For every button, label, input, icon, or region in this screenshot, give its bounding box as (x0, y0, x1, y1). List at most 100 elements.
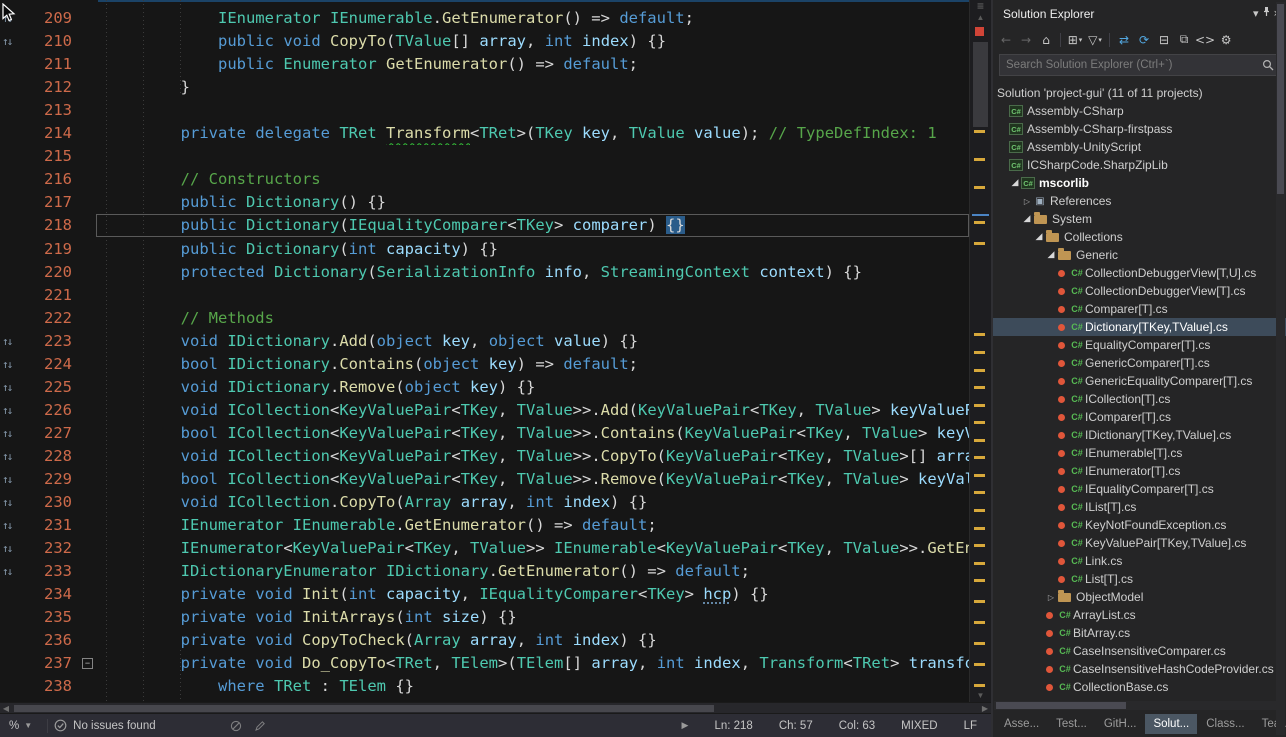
scroll-left-icon[interactable]: ◀ (0, 703, 12, 714)
code-line[interactable]: 218 public Dictionary(IEqualityComparer<… (0, 214, 991, 237)
implementation-arrows-icon[interactable]: ↑↓ (2, 491, 11, 514)
back-icon[interactable]: ← (997, 31, 1015, 49)
code-line[interactable]: ↑↓230 void ICollection.CopyTo(Array arra… (0, 491, 991, 514)
implementation-arrows-icon[interactable]: ↑↓ (2, 30, 11, 53)
tree-item[interactable]: C#CollectionBase.cs (993, 678, 1286, 696)
line-number[interactable]: 211 (18, 53, 72, 76)
tree-item[interactable]: C#IDictionary[TKey,TValue].cs (993, 426, 1286, 444)
code-line[interactable]: 221 (0, 284, 991, 307)
line-number[interactable]: 220 (18, 261, 72, 284)
code-line[interactable]: 212 } (0, 76, 991, 99)
code-line[interactable]: ↑↓233 IDictionaryEnumerator IDictionary.… (0, 560, 991, 583)
tree-item[interactable]: C#IEnumerable[T].cs (993, 444, 1286, 462)
tree-item[interactable]: Solution 'project-gui' (11 of 11 project… (993, 84, 1286, 102)
tree-item[interactable]: C#CaseInsensitiveComparer.cs (993, 642, 1286, 660)
expand-arrow-icon[interactable]: ◢ (1033, 232, 1045, 242)
code-line[interactable]: ↑↓231 IEnumerator IEnumerable.GetEnumera… (0, 514, 991, 537)
scroll-right-icon[interactable]: ▶ (979, 703, 991, 714)
expand-arrow-icon[interactable]: ◢ (1009, 178, 1021, 188)
split-grip-icon[interactable]: ≡ (970, 0, 991, 12)
search-icon[interactable] (1262, 59, 1274, 71)
tree-item[interactable]: C#ICSharpCode.SharpZipLib (993, 156, 1286, 174)
tool-window-tab[interactable]: Test... (1048, 714, 1095, 734)
home-icon[interactable]: ⌂ (1037, 31, 1055, 49)
tree-item[interactable]: C#Assembly-UnityScript (993, 138, 1286, 156)
tree-item[interactable]: C#ArrayList.cs (993, 606, 1286, 624)
tree-item[interactable]: C#GenericComparer[T].cs (993, 354, 1286, 372)
tree-item[interactable]: C#ICollection[T].cs (993, 390, 1286, 408)
tree-item[interactable]: C#CollectionDebuggerView[T,U].cs (993, 264, 1286, 282)
tree-item[interactable]: C#CollectionDebuggerView[T].cs (993, 282, 1286, 300)
implementation-arrows-icon[interactable]: ↑↓ (2, 353, 11, 376)
tree-item[interactable]: C#CaseInsensitiveHashCodeProvider.cs (993, 660, 1286, 678)
no-notifications-icon[interactable] (230, 720, 242, 732)
code-line[interactable]: 219 public Dictionary(int capacity) {} (0, 238, 991, 261)
code-line[interactable]: 216 // Constructors (0, 168, 991, 191)
code-line[interactable]: ↑↓224 bool IDictionary.Contains(object k… (0, 353, 991, 376)
line-number[interactable]: 219 (18, 238, 72, 261)
forward-icon[interactable]: → (1017, 31, 1035, 49)
line-number[interactable]: 235 (18, 606, 72, 629)
line-number[interactable]: 210 (18, 30, 72, 53)
implementation-arrows-icon[interactable]: ↑↓ (2, 376, 11, 399)
line-number[interactable]: 233 (18, 560, 72, 583)
tree-item[interactable]: ◢Collections (993, 228, 1286, 246)
line-number[interactable]: 227 (18, 422, 72, 445)
tree-item[interactable]: C#Link.cs (993, 552, 1286, 570)
scroll-down-icon[interactable]: ▼ (970, 691, 991, 700)
implementation-arrows-icon[interactable]: ↑↓ (2, 514, 11, 537)
code-line[interactable]: 234 private void Init(int capacity, IEqu… (0, 583, 991, 606)
tool-window-tab[interactable]: GitH... (1096, 714, 1145, 734)
implementation-arrows-icon[interactable]: ↑↓ (2, 330, 11, 353)
line-number[interactable]: 237 (18, 652, 72, 675)
sync-with-active-document-icon[interactable]: ⇄ (1115, 31, 1133, 49)
code-line[interactable]: ↑↓229 bool ICollection<KeyValuePair<TKey… (0, 468, 991, 491)
line-number[interactable]: 232 (18, 537, 72, 560)
line-number[interactable]: 222 (18, 307, 72, 330)
line-number[interactable]: 215 (18, 145, 72, 168)
tree-item[interactable]: ◢Generic (993, 246, 1286, 264)
code-line[interactable]: 238 where TRet : TElem {} (0, 675, 991, 698)
implementation-arrows-icon[interactable]: ↑↓ (2, 422, 11, 445)
tree-item[interactable]: C#Assembly-CSharp (993, 102, 1286, 120)
properties-icon[interactable]: ⚙ (1217, 31, 1235, 49)
scrollbar-thumb[interactable] (14, 705, 714, 712)
tree-item[interactable]: C#Dictionary[TKey,TValue].cs (993, 318, 1286, 336)
horizontal-scrollbar[interactable]: ◀ ▶ (0, 702, 991, 713)
implementation-arrows-icon[interactable]: ↑↓ (2, 399, 11, 422)
scrollbar-thumb[interactable] (973, 42, 988, 127)
line-number[interactable]: 234 (18, 583, 72, 606)
code-line[interactable]: 236 private void CopyToCheck(Array array… (0, 629, 991, 652)
tree-item[interactable]: C#IComparer[T].cs (993, 408, 1286, 426)
refresh-icon[interactable]: ⟳ (1135, 31, 1153, 49)
tree-item[interactable]: C#IList[T].cs (993, 498, 1286, 516)
tree-item[interactable]: C#Assembly-CSharp-firstpass (993, 120, 1286, 138)
line-number[interactable]: 228 (18, 445, 72, 468)
code-line[interactable]: ↑↓225 void IDictionary.Remove(object key… (0, 376, 991, 399)
expand-arrow-icon[interactable]: ◢ (1021, 214, 1033, 224)
line-number[interactable]: 221 (18, 284, 72, 307)
code-line[interactable]: 214 private delegate TRet Transform<TRet… (0, 122, 991, 145)
code-line[interactable]: ↑↓210 public void CopyTo(TValue[] array,… (0, 30, 991, 53)
line-number[interactable]: 225 (18, 376, 72, 399)
line-number[interactable]: 217 (18, 191, 72, 214)
tree-item[interactable]: C#GenericEqualityComparer[T].cs (993, 372, 1286, 390)
code-line[interactable]: 211 public Enumerator GetEnumerator() =>… (0, 53, 991, 76)
zoom-control[interactable]: % ▼ (0, 720, 41, 732)
document-health-indicator[interactable]: No issues found (54, 719, 155, 732)
line-number[interactable]: 209 (18, 7, 72, 30)
expand-arrow-icon[interactable]: ▷ (1021, 197, 1033, 206)
collapse-all-icon[interactable]: ⊟ (1155, 31, 1173, 49)
code-line[interactable]: 237− private void Do_CopyTo<TRet, TElem>… (0, 652, 991, 675)
code-line[interactable]: ↑↓227 bool ICollection<KeyValuePair<TKey… (0, 422, 991, 445)
tree-item[interactable]: ◢C#mscorlib (993, 174, 1286, 192)
tree-item[interactable]: C#KeyNotFoundException.cs (993, 516, 1286, 534)
line-number[interactable]: 212 (18, 76, 72, 99)
code-line[interactable]: 217 public Dictionary() {} (0, 191, 991, 214)
code-line[interactable]: 213 (0, 99, 991, 122)
implementation-arrows-icon[interactable]: ↑↓ (2, 560, 11, 583)
code-line[interactable]: 215 (0, 145, 991, 168)
tool-window-tab[interactable]: Class... (1198, 714, 1252, 734)
code-line[interactable]: 220 protected Dictionary(SerializationIn… (0, 261, 991, 284)
line-number[interactable]: 218 (18, 214, 72, 237)
